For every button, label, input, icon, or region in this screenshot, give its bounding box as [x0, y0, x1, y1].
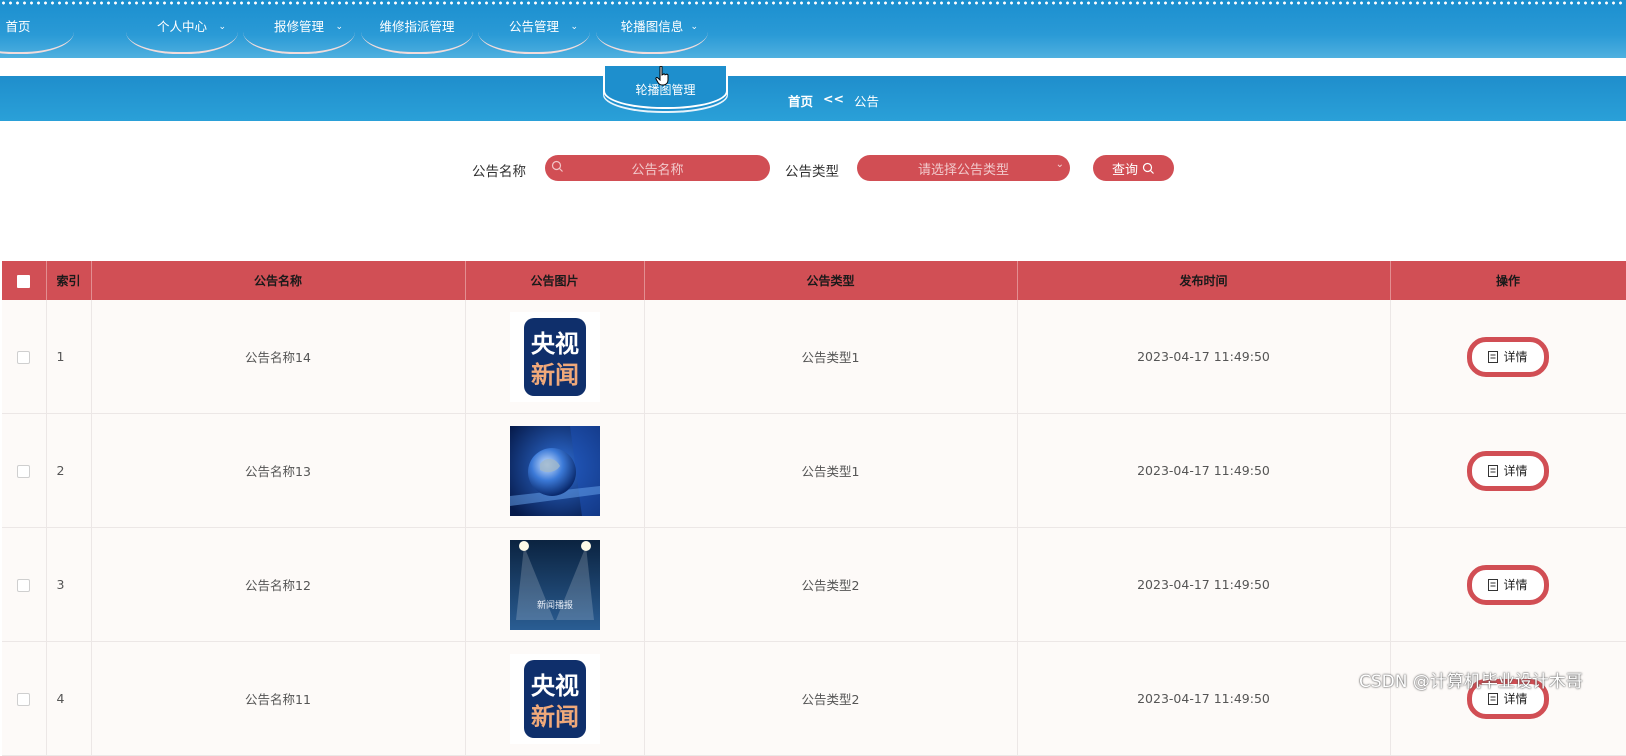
publish-time-cell: 2023-04-17 11:49:50 [1017, 300, 1391, 414]
chevron-down-icon: ⌄ [570, 22, 578, 32]
cctv-logo-line1: 央视 [531, 330, 579, 358]
nav-item-label: 报修管理 [273, 18, 324, 34]
nav-item-dispatch-management[interactable]: 维修指派管理 [361, 4, 473, 54]
action-cell: 详情 [1390, 641, 1626, 756]
detail-button-label: 详情 [1503, 350, 1528, 364]
breadcrumb-separator: << [823, 91, 844, 106]
notice-image-cell [465, 413, 645, 528]
nav-item-repair-management[interactable]: 报修管理 ⌄ [243, 4, 355, 54]
notice-name-cell: 公告名称14 [91, 300, 466, 414]
row-index: 3 [46, 527, 92, 642]
cctv-logo-line1: 央视 [531, 672, 579, 700]
chevron-down-icon: ⌄ [335, 22, 343, 32]
document-icon [1488, 692, 1499, 705]
select-all-checkbox[interactable] [17, 274, 31, 288]
action-cell: 详情 [1390, 300, 1626, 414]
nav-item-label: 首页 [5, 18, 31, 34]
notice-type-cell: 公告类型2 [644, 527, 1018, 642]
notice-name-cell: 公告名称12 [91, 527, 466, 642]
table-row: 4 公告名称11 央视 新闻 公告类型2 2023-04-17 11:49:50… [2, 641, 1626, 756]
action-cell: 详情 [1390, 413, 1626, 528]
notice-image-cctv-logo: 央视 新闻 [509, 311, 600, 402]
row-checkbox[interactable] [17, 579, 31, 592]
notice-type-label: 公告类型 [785, 164, 839, 180]
row-select-cell[interactable] [2, 641, 47, 756]
detail-button-label: 详情 [1503, 692, 1528, 706]
notice-image-cctv-logo: 央视 新闻 [509, 653, 600, 744]
nav-item-notice-management[interactable]: 公告管理 ⌄ [478, 4, 590, 54]
notice-type-cell: 公告类型2 [644, 641, 1018, 756]
action-cell: 详情 [1390, 527, 1626, 642]
notice-type-placeholder: 请选择公告类型 [917, 162, 1009, 178]
detail-button[interactable]: 详情 [1467, 564, 1549, 605]
column-header: 公告图片 [465, 261, 645, 300]
watermark: CSDN @计算机毕业设计木哥 [1359, 672, 1583, 692]
document-icon [1488, 464, 1499, 477]
notice-name-cell: 公告名称13 [91, 413, 466, 528]
publish-time-cell: 2023-04-17 11:49:50 [1017, 527, 1391, 642]
row-index: 1 [46, 300, 92, 414]
nav-item-label: 公告管理 [508, 18, 559, 34]
detail-button[interactable]: 详情 [1467, 450, 1549, 491]
row-checkbox[interactable] [17, 351, 31, 364]
publish-time-cell: 2023-04-17 11:49:50 [1017, 641, 1391, 756]
chevron-down-icon: ⌄ [218, 22, 226, 32]
document-icon [1488, 350, 1499, 363]
notice-type-cell: 公告类型1 [644, 413, 1018, 528]
detail-button[interactable]: 详情 [1467, 336, 1549, 377]
table-row: 2 公告名称13 公告类型1 2023-04-17 11:49:50 详情 [2, 413, 1626, 528]
row-index: 2 [46, 413, 92, 528]
search-icon [1142, 162, 1154, 174]
breadcrumb-current: 公告 [853, 94, 879, 109]
select-all-header[interactable] [2, 261, 47, 300]
notice-name-placeholder: 公告名称 [631, 162, 684, 178]
notice-image-globe-studio [509, 425, 600, 516]
search-icon [551, 160, 563, 172]
row-checkbox[interactable] [17, 693, 31, 706]
notice-image-cell: 央视 新闻 [465, 641, 645, 756]
notice-image-cell: 央视 新闻 [465, 300, 645, 414]
nav-item-carousel-info[interactable]: 轮播图信息 ⌄ [596, 4, 708, 54]
chevron-down-icon: ⌄ [690, 22, 698, 32]
nav-item-label: 维修指派管理 [379, 18, 455, 34]
notice-type-cell: 公告类型1 [644, 300, 1018, 414]
nav-item-label: 个人中心 [156, 18, 207, 34]
row-select-cell[interactable] [2, 300, 47, 414]
cctv-logo-line2: 新闻 [531, 361, 579, 389]
row-index: 4 [46, 641, 92, 756]
column-header: 公告类型 [644, 261, 1018, 300]
document-icon [1488, 578, 1499, 591]
nav-item-label: 轮播图信息 [620, 18, 684, 34]
detail-button-label: 详情 [1503, 464, 1528, 478]
row-checkbox[interactable] [17, 465, 31, 478]
column-header: 操作 [1390, 261, 1626, 300]
breadcrumb: 首页 << 公告 [788, 91, 879, 110]
detail-button-label: 详情 [1503, 578, 1528, 592]
breadcrumb-home[interactable]: 首页 [788, 91, 813, 110]
top-nav: 首页 个人中心 ⌄ 报修管理 ⌄ 维修指派管理 公告管理 ⌄ 轮播图信息 ⌄ [0, 0, 1626, 58]
chevron-down-icon: ⌄ [1055, 159, 1064, 170]
notice-image-cell: 新闻播报 [465, 527, 645, 642]
notice-image-news-stage: 新闻播报 [509, 539, 600, 630]
column-header: 公告名称 [91, 261, 466, 300]
nav-item-personal-center[interactable]: 个人中心 ⌄ [126, 4, 238, 54]
nav-item-home[interactable]: 首页 [0, 4, 74, 54]
table-row: 1 公告名称14 央视 新闻 公告类型1 2023-04-17 11:49:50… [2, 300, 1626, 414]
cctv-logo-line2: 新闻 [531, 703, 579, 731]
notice-name-cell: 公告名称11 [91, 641, 466, 756]
query-button[interactable]: 查询 [1093, 155, 1174, 181]
stage-caption: 新闻播报 [536, 599, 572, 611]
row-select-cell[interactable] [2, 413, 47, 528]
hand-cursor-icon [655, 66, 669, 86]
notice-type-select[interactable]: 请选择公告类型 ⌄ [857, 155, 1070, 181]
notice-name-input[interactable]: 公告名称 [545, 155, 770, 181]
column-header: 发布时间 [1017, 261, 1391, 300]
publish-time-cell: 2023-04-17 11:49:50 [1017, 413, 1391, 528]
row-select-cell[interactable] [2, 527, 47, 642]
table-row: 3 公告名称12 新闻播报 公告类型2 2023-04-17 11:49:50 [2, 527, 1626, 642]
query-button-label: 查询 [1111, 162, 1138, 178]
notice-name-label: 公告名称 [472, 164, 526, 180]
column-header: 索引 [46, 261, 92, 300]
table-header-row: 索引 公告名称 公告图片 公告类型 发布时间 操作 [2, 261, 1626, 300]
